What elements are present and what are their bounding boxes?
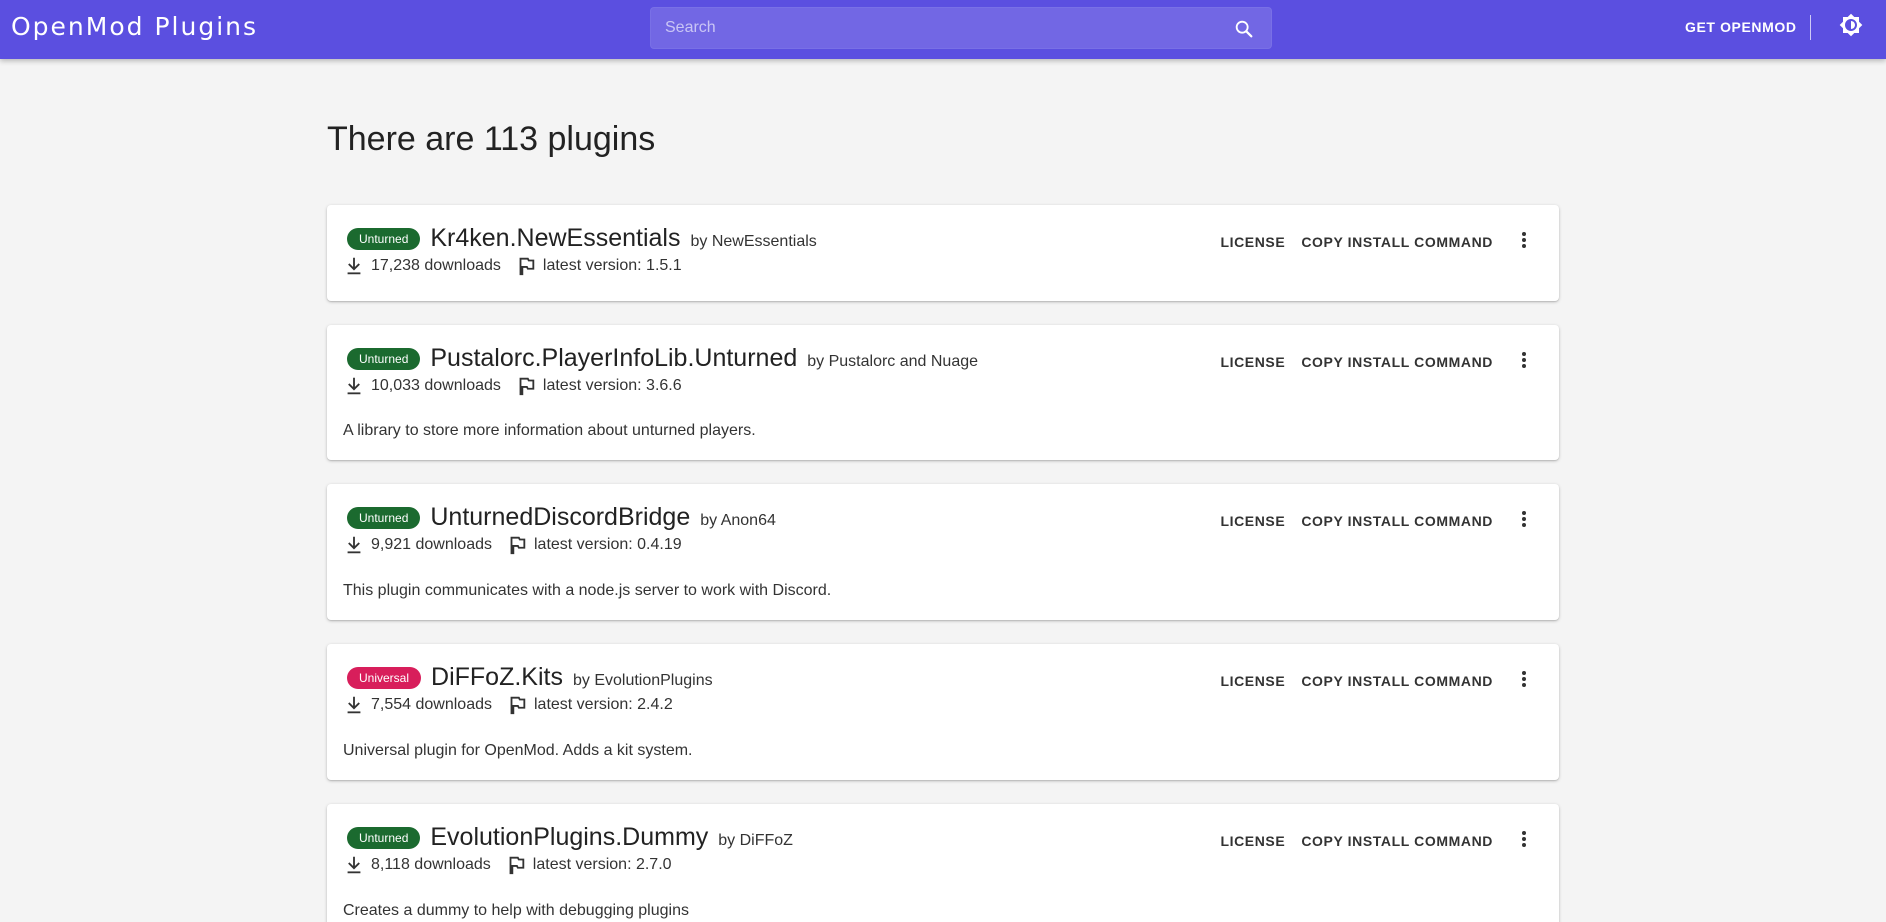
flag-icon — [505, 854, 527, 876]
search-box[interactable] — [650, 7, 1272, 49]
app-title[interactable]: OpenMod Plugins — [11, 12, 258, 41]
download-count: 10,033 downloads — [371, 377, 501, 394]
plugin-author: by Pustalorc and Nuage — [807, 353, 979, 370]
copy-install-command-button[interactable]: COPY INSTALL COMMAND — [1293, 354, 1501, 370]
theme-toggle-button[interactable] — [1836, 12, 1866, 42]
more-options-button[interactable] — [1509, 227, 1539, 257]
license-button[interactable]: LICENSE — [1212, 833, 1293, 849]
plugin-description: This plugin communicates with a node.js … — [343, 582, 832, 599]
more-options-button[interactable] — [1509, 347, 1539, 377]
copy-install-command-button[interactable]: COPY INSTALL COMMAND — [1293, 673, 1501, 689]
platform-badge: Unturned — [347, 228, 421, 250]
plugin-card: Universal DiFFoZ.Kits by EvolutionPlugin… — [327, 644, 1559, 780]
platform-badge: Unturned — [347, 348, 421, 370]
license-button[interactable]: LICENSE — [1212, 673, 1293, 689]
more-vert-icon — [1521, 351, 1527, 374]
plugin-name[interactable]: Pustalorc.PlayerInfoLib.Unturned — [430, 344, 797, 373]
plugin-author: by DiFFoZ — [718, 832, 793, 849]
more-vert-icon — [1521, 231, 1527, 254]
download-icon — [343, 255, 365, 277]
header-divider — [1810, 15, 1811, 40]
plugin-card: Unturned Kr4ken.NewEssentials by NewEsse… — [327, 205, 1559, 301]
license-button[interactable]: LICENSE — [1212, 234, 1293, 250]
plugin-card: Unturned UnturnedDiscordBridge by Anon64… — [327, 484, 1559, 620]
plugin-author: by Anon64 — [700, 512, 776, 529]
download-count: 17,238 downloads — [371, 257, 501, 274]
plugin-name[interactable]: EvolutionPlugins.Dummy — [430, 823, 708, 852]
plugin-description: A library to store more information abou… — [343, 422, 756, 439]
more-vert-icon — [1521, 670, 1527, 693]
copy-install-command-button[interactable]: COPY INSTALL COMMAND — [1293, 833, 1501, 849]
more-options-button[interactable] — [1509, 506, 1539, 536]
plugin-name[interactable]: UnturnedDiscordBridge — [430, 503, 690, 532]
download-icon — [343, 854, 365, 876]
download-icon — [343, 534, 365, 556]
flag-icon — [506, 534, 528, 556]
plugin-description: Universal plugin for OpenMod. Adds a kit… — [343, 742, 693, 759]
latest-version: latest version: 1.5.1 — [542, 257, 682, 274]
latest-version: latest version: 3.6.6 — [542, 377, 682, 394]
more-vert-icon — [1521, 510, 1527, 533]
license-button[interactable]: LICENSE — [1212, 513, 1293, 529]
copy-install-command-button[interactable]: COPY INSTALL COMMAND — [1293, 234, 1501, 250]
flag-icon — [515, 255, 537, 277]
search-input[interactable] — [651, 8, 1211, 48]
more-vert-icon — [1521, 830, 1527, 853]
flag-icon — [506, 694, 528, 716]
more-options-button[interactable] — [1509, 826, 1539, 856]
plugin-name[interactable]: Kr4ken.NewEssentials — [430, 224, 680, 253]
download-icon — [343, 694, 365, 716]
download-count: 8,118 downloads — [371, 856, 491, 873]
page-heading: There are 113 plugins — [327, 120, 656, 158]
download-count: 9,921 downloads — [371, 536, 492, 553]
app-bar: OpenMod Plugins GET OPENMOD — [0, 0, 1886, 59]
plugin-description: Creates a dummy to help with debugging p… — [343, 902, 689, 919]
plugin-author: by NewEssentials — [690, 233, 817, 250]
download-icon — [343, 375, 365, 397]
flag-icon — [515, 375, 537, 397]
brightness-icon — [1839, 13, 1863, 42]
platform-badge: Unturned — [347, 827, 421, 849]
plugin-card: Unturned Pustalorc.PlayerInfoLib.Unturne… — [327, 325, 1559, 460]
plugin-name[interactable]: DiFFoZ.Kits — [431, 663, 563, 692]
more-options-button[interactable] — [1509, 666, 1539, 696]
get-openmod-button[interactable]: GET OPENMOD — [1677, 10, 1805, 44]
plugin-card: Unturned EvolutionPlugins.Dummy by DiFFo… — [327, 804, 1559, 922]
copy-install-command-button[interactable]: COPY INSTALL COMMAND — [1293, 513, 1501, 529]
search-icon[interactable] — [1233, 18, 1255, 40]
latest-version: latest version: 2.7.0 — [532, 856, 672, 873]
latest-version: latest version: 2.4.2 — [533, 696, 673, 713]
download-count: 7,554 downloads — [371, 696, 492, 713]
platform-badge: Universal — [347, 667, 422, 689]
latest-version: latest version: 0.4.19 — [533, 536, 682, 553]
plugin-author: by EvolutionPlugins — [572, 672, 713, 689]
platform-badge: Unturned — [347, 507, 421, 529]
license-button[interactable]: LICENSE — [1212, 354, 1293, 370]
